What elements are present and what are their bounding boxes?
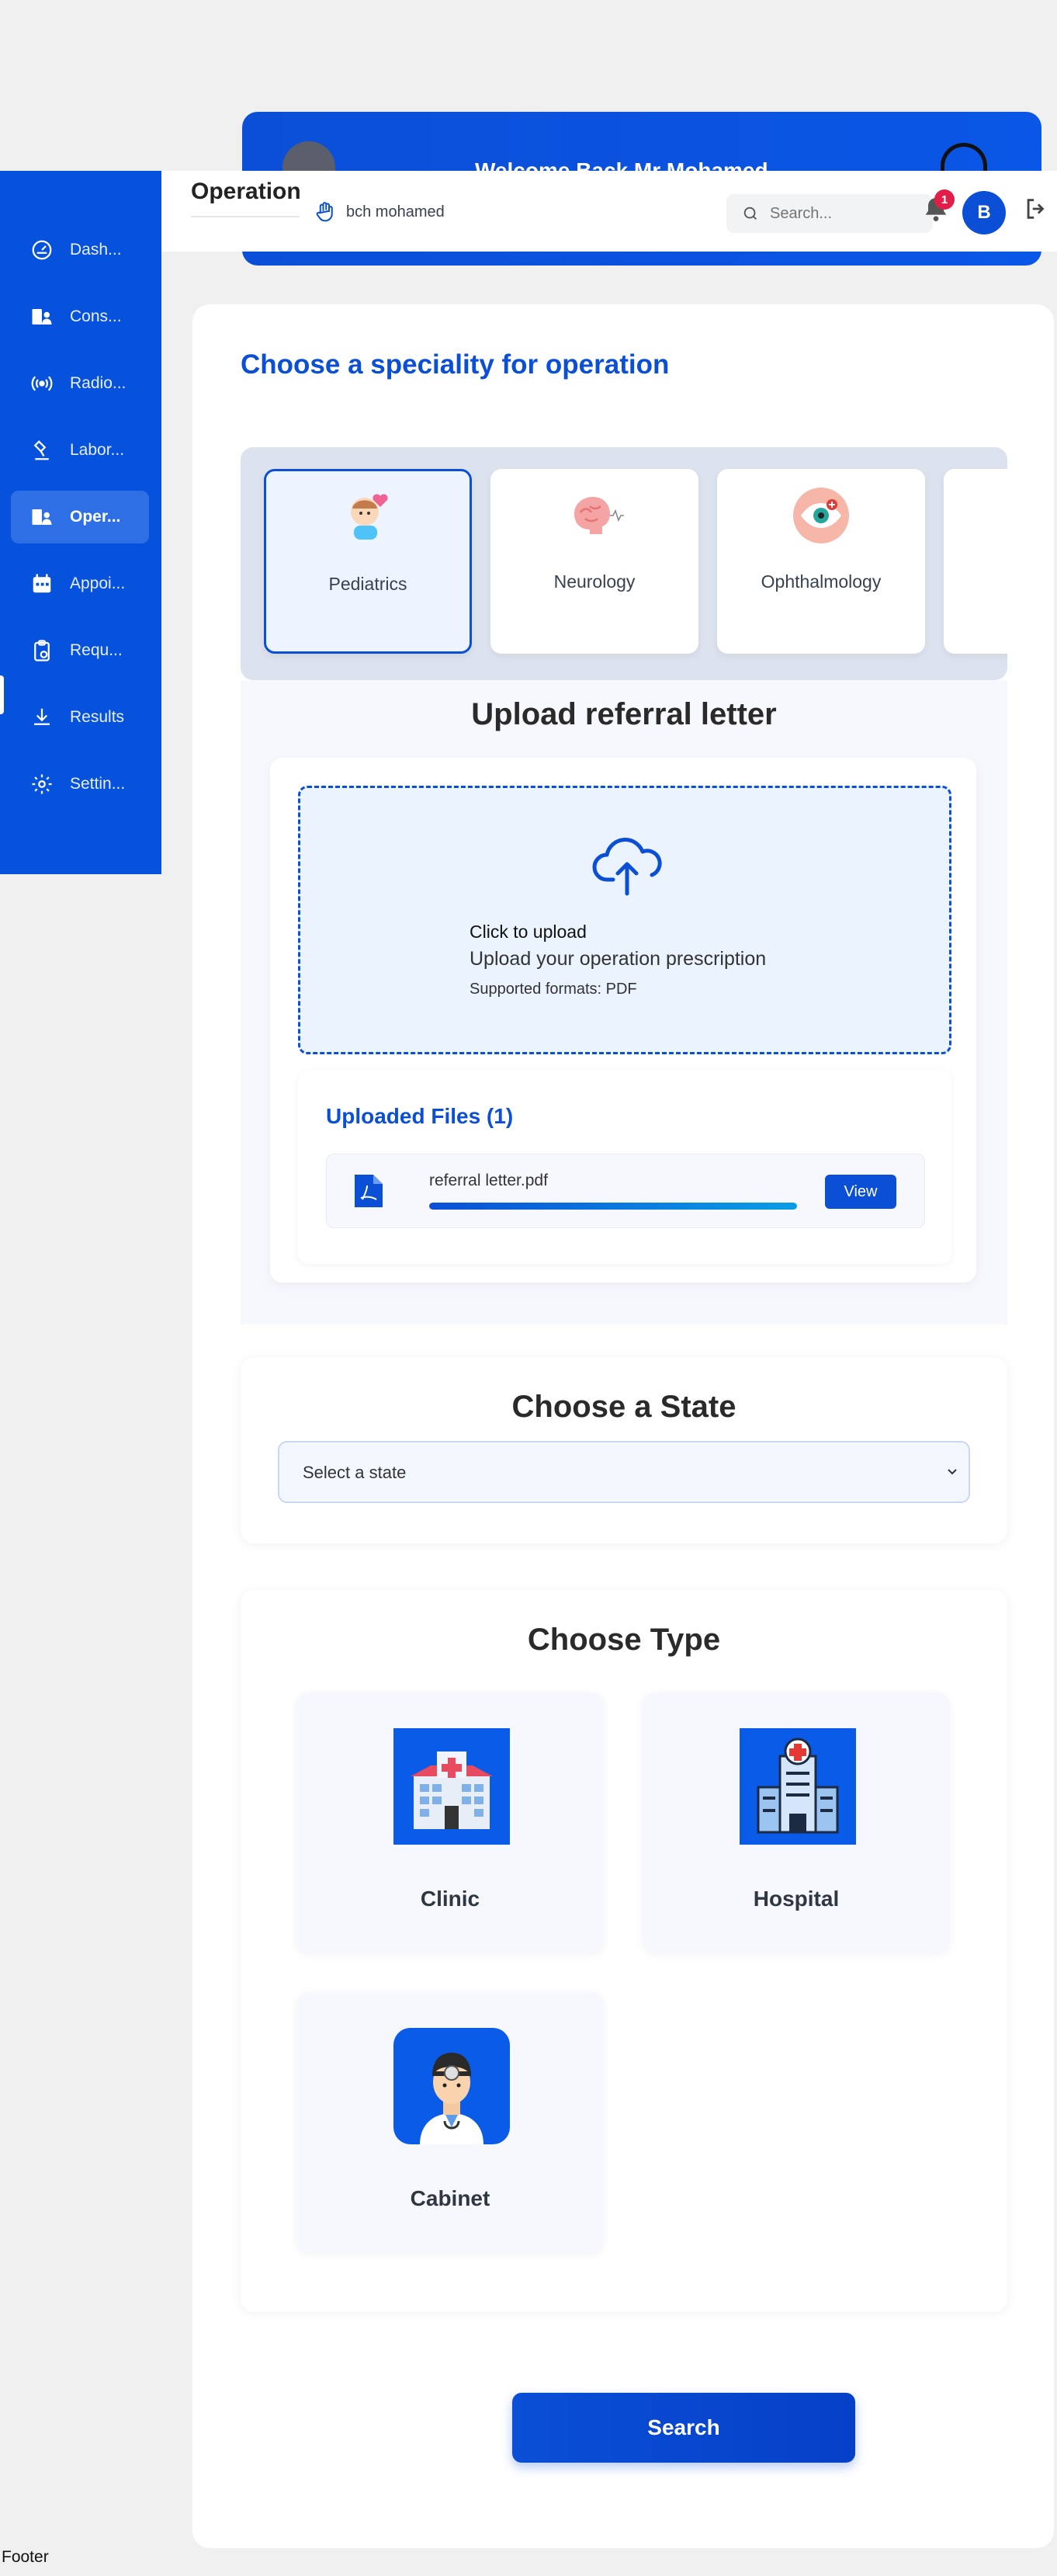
state-select[interactable]: Select a state (278, 1441, 970, 1503)
logout-icon[interactable] (1023, 196, 1049, 222)
footer: Footer (2, 2548, 49, 2566)
state-heading: Choose a State (511, 1390, 736, 1424)
notification-badge: 1 (934, 189, 955, 210)
upload-progress-bar (429, 1203, 797, 1210)
upload-dropzone[interactable]: Click to upload Upload your operation pr… (298, 786, 951, 1054)
pdf-file-icon (355, 1175, 383, 1207)
type-heading: Choose Type (527, 1623, 721, 1657)
cloud-upload-icon (592, 838, 662, 896)
main-card: Choose a speciality for operation Pediat… (192, 304, 1054, 2548)
sidebar: Dash... Cons... Radio... Labor... Oper..… (0, 171, 161, 874)
sidebar-item-operation[interactable]: Oper... (11, 491, 149, 543)
search-box (726, 194, 933, 233)
type-option-clinic[interactable]: Clinic (296, 1692, 604, 1953)
speciality-card-pediatrics[interactable]: Pediatrics (264, 469, 472, 654)
user-greeting: bch mohamed (314, 200, 445, 224)
radiology-icon (29, 371, 54, 396)
uploaded-files-title: Uploaded Files (1) (326, 1104, 514, 1128)
upload-section: Upload referral letter Click to upload U… (241, 680, 1007, 1324)
doctor-icon (393, 2028, 510, 2144)
speciality-label: Pediatrics (328, 574, 407, 594)
file-row: referral letter.pdf View (326, 1154, 925, 1228)
active-indicator (0, 675, 4, 714)
chevron-down-icon (948, 1469, 957, 1475)
brain-icon (574, 497, 624, 534)
sidebar-item-label: Cons... (70, 307, 122, 325)
sidebar-item-label: Requ... (70, 641, 123, 659)
speciality-label: Neurology (553, 571, 636, 592)
file-name: referral letter.pdf (429, 1172, 548, 1189)
supported-formats: Supported formats: PDF (470, 981, 637, 998)
speciality-carousel: Pediatrics Neurology Ophthalmology (241, 447, 1007, 680)
speciality-card-partial[interactable] (944, 469, 1007, 654)
sidebar-item-requests[interactable]: Requ... (11, 624, 149, 677)
page-title: Operation (191, 179, 301, 204)
type-option-cabinet[interactable]: Cabinet (296, 1992, 604, 2253)
top-header: Operation bch mohamed 1 B (161, 171, 1057, 252)
type-label: Clinic (420, 1887, 480, 1911)
sidebar-item-label: Oper... (70, 508, 121, 526)
type-label: Hospital (753, 1887, 840, 1911)
search-icon (743, 207, 757, 220)
pediatrics-icon (351, 494, 388, 540)
sidebar-item-consultation[interactable]: Cons... (11, 290, 149, 343)
sidebar-item-radiology[interactable]: Radio... (11, 357, 149, 410)
avatar[interactable]: B (962, 191, 1006, 234)
download-icon (29, 705, 54, 730)
title-underline (191, 216, 300, 217)
sidebar-item-label: Settin... (70, 775, 126, 793)
speciality-label: Ophthalmology (761, 571, 882, 592)
speciality-heading: Choose a speciality for operation (241, 349, 670, 380)
user-name: bch mohamed (346, 203, 445, 220)
sidebar-item-label: Radio... (70, 374, 126, 392)
upload-heading: Upload referral letter (471, 697, 777, 731)
consultation-icon (29, 304, 54, 329)
speciality-card-neurology[interactable]: Neurology (490, 469, 698, 654)
uploaded-files-panel: Uploaded Files (1) referral letter.pdf V… (298, 1070, 951, 1264)
laboratory-icon (29, 438, 54, 463)
type-section: Choose Type Clinic Hospital Cabinet (241, 1590, 1007, 2312)
sidebar-item-appointments[interactable]: Appoi... (11, 557, 149, 610)
clipboard-icon (29, 638, 54, 663)
search-input[interactable] (770, 204, 917, 223)
speciality-card-ophthalmology[interactable]: Ophthalmology (717, 469, 925, 654)
waving-hand-icon (316, 202, 333, 222)
upload-progress-fill (429, 1203, 797, 1210)
upload-card: Click to upload Upload your operation pr… (270, 758, 976, 1283)
sidebar-item-laboratory[interactable]: Labor... (11, 424, 149, 477)
sidebar-item-label: Labor... (70, 441, 125, 459)
hospital-icon (740, 1728, 856, 1845)
view-file-button[interactable]: View (825, 1175, 896, 1209)
state-section: Choose a State Select a state (241, 1357, 1007, 1543)
sidebar-item-dashboard[interactable]: Dash... (11, 224, 149, 276)
click-to-upload-text: Click to upload (470, 922, 587, 942)
search-button[interactable]: Search (512, 2393, 855, 2463)
sidebar-item-settings[interactable]: Settin... (11, 758, 149, 811)
operation-icon (29, 505, 54, 529)
calendar-icon (29, 571, 54, 596)
dashboard-icon (29, 238, 54, 262)
clinic-icon (393, 1728, 510, 1845)
type-label: Cabinet (410, 2186, 490, 2210)
sidebar-item-label: Dash... (70, 241, 122, 259)
type-option-hospital[interactable]: Hospital (643, 1692, 950, 1953)
sidebar-item-label: Appoi... (70, 575, 126, 592)
sidebar-item-results[interactable]: Results (11, 691, 149, 744)
gear-icon (29, 772, 54, 797)
sidebar-item-label: Results (70, 708, 125, 726)
upload-instruction: Upload your operation prescription (470, 948, 767, 970)
eye-icon (793, 488, 849, 543)
